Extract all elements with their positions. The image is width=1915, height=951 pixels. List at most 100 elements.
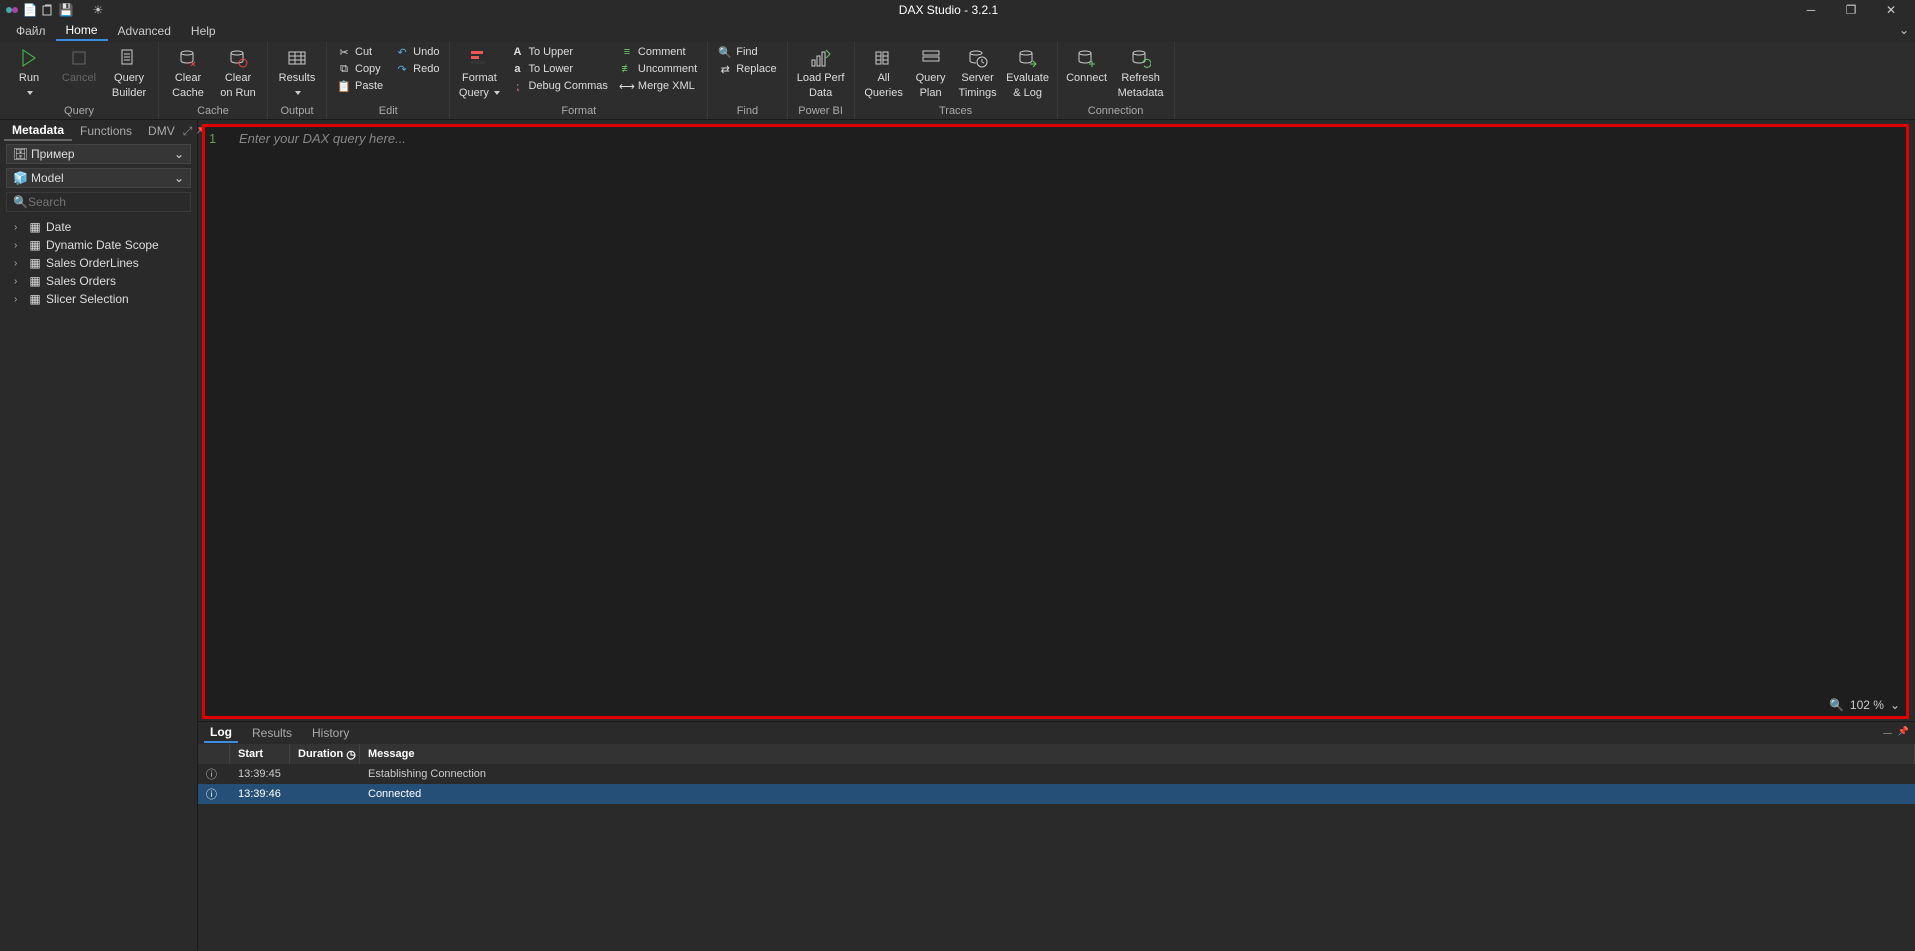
pin-panel-icon[interactable]: 📌 bbox=[1898, 726, 1909, 740]
scissors-icon: ✂ bbox=[337, 45, 351, 59]
app-icon bbox=[4, 2, 20, 18]
cut-button[interactable]: ✂Cut bbox=[333, 44, 387, 60]
zoom-value: 102 % bbox=[1850, 698, 1884, 712]
ribbon-group-format: Format Query ATo Upper aTo Lower ⁏Debug … bbox=[450, 42, 708, 119]
log-row[interactable]: ⓘ 13:39:45 Establishing Connection bbox=[198, 764, 1915, 784]
cancel-button[interactable]: Cancel bbox=[56, 44, 102, 87]
save-icon[interactable]: 💾 bbox=[58, 2, 74, 18]
tab-functions[interactable]: Functions bbox=[72, 122, 140, 140]
format-icon bbox=[467, 46, 491, 70]
menu-help[interactable]: Help bbox=[181, 22, 226, 40]
redo-button[interactable]: ↷Redo bbox=[391, 61, 443, 77]
run-button[interactable]: Run bbox=[6, 44, 52, 101]
table-icon: ▦ bbox=[28, 238, 42, 252]
comment-button[interactable]: ≡Comment bbox=[616, 44, 701, 60]
tree-table-item[interactable]: ›▦Date bbox=[0, 218, 197, 236]
query-builder-label1: Query bbox=[114, 72, 144, 85]
uppercase-icon: A bbox=[510, 45, 524, 59]
tree-table-item[interactable]: ›▦Slicer Selection bbox=[0, 290, 197, 308]
database-clock-icon bbox=[966, 46, 990, 70]
log-row[interactable]: ⓘ 13:39:46 Connected bbox=[198, 784, 1915, 804]
ribbon-group-powerbi: Load Perf Data Power BI bbox=[788, 42, 855, 119]
undo-icon: ↶ bbox=[395, 45, 409, 59]
replace-button[interactable]: ⇄Replace bbox=[714, 61, 780, 77]
uncomment-button[interactable]: ≢Uncomment bbox=[616, 61, 701, 77]
minimize-panel-icon[interactable]: ─ bbox=[1883, 726, 1892, 740]
tree-table-item[interactable]: ›▦Sales OrderLines bbox=[0, 254, 197, 272]
load-perf-data-button[interactable]: Load Perf Data bbox=[794, 44, 848, 101]
to-lower-button[interactable]: aTo Lower bbox=[506, 61, 611, 77]
search-icon: 🔍 bbox=[718, 45, 732, 59]
merge-xml-button[interactable]: ⟷Merge XML bbox=[616, 78, 701, 94]
paste-button[interactable]: 📋Paste bbox=[333, 78, 387, 94]
database-x-icon bbox=[176, 46, 200, 70]
new-file-icon[interactable]: 📄 bbox=[22, 2, 38, 18]
panel-tabs: Metadata Functions DMV ⤢ 📌 bbox=[0, 120, 197, 142]
tree-table-item[interactable]: ›▦Dynamic Date Scope bbox=[0, 236, 197, 254]
comma-icon: ⁏ bbox=[510, 79, 524, 93]
menubar: Файл Home Advanced Help ⌄ bbox=[0, 20, 1915, 42]
zoom-control[interactable]: 🔍 102 % ⌄ bbox=[1829, 698, 1900, 712]
uncomment-icon: ≢ bbox=[620, 62, 634, 76]
perf-icon bbox=[809, 46, 833, 70]
editor-wrap: 1 Enter your DAX query here... 🔍 102 % ⌄… bbox=[198, 120, 1915, 951]
line-number: 1 bbox=[209, 131, 216, 146]
clear-cache-button[interactable]: Clear Cache bbox=[165, 44, 211, 101]
menu-home[interactable]: Home bbox=[56, 21, 108, 41]
chevron-right-icon: › bbox=[14, 294, 24, 305]
lowercase-icon: a bbox=[510, 62, 524, 76]
tab-dmv[interactable]: DMV bbox=[140, 122, 183, 140]
tab-log[interactable]: Log bbox=[204, 723, 238, 743]
plan-icon bbox=[919, 46, 943, 70]
col-duration[interactable]: Duration ◷ bbox=[290, 744, 360, 764]
tab-history[interactable]: History bbox=[306, 724, 355, 742]
tab-results[interactable]: Results bbox=[246, 724, 298, 742]
open-file-icon[interactable] bbox=[40, 2, 56, 18]
col-start[interactable]: Start bbox=[230, 744, 290, 764]
connect-button[interactable]: Connect bbox=[1064, 44, 1110, 87]
database-play-icon bbox=[226, 46, 250, 70]
undo-button[interactable]: ↶Undo bbox=[391, 44, 443, 60]
metadata-search[interactable]: 🔍 bbox=[6, 192, 191, 212]
titlebar: 📄 💾 ☀ DAX Studio - 3.2.1 ─ ❐ ✕ bbox=[0, 0, 1915, 20]
query-editor[interactable]: 1 Enter your DAX query here... 🔍 102 % ⌄ bbox=[202, 124, 1909, 719]
pin-icon[interactable]: ⤢ bbox=[183, 124, 193, 139]
close-button[interactable]: ✕ bbox=[1871, 0, 1911, 20]
search-input[interactable] bbox=[28, 195, 184, 209]
menu-advanced[interactable]: Advanced bbox=[108, 22, 181, 40]
minimize-button[interactable]: ─ bbox=[1791, 0, 1831, 20]
debug-commas-button[interactable]: ⁏Debug Commas bbox=[506, 78, 611, 94]
table-tree: ›▦Date ›▦Dynamic Date Scope ›▦Sales Orde… bbox=[0, 214, 197, 312]
clear-on-run-button[interactable]: Clear on Run bbox=[215, 44, 261, 101]
model-select[interactable]: 🧊 Model ⌄ bbox=[6, 168, 191, 188]
menu-file[interactable]: Файл bbox=[6, 22, 56, 40]
maximize-button[interactable]: ❐ bbox=[1831, 0, 1871, 20]
table-icon: ▦ bbox=[28, 274, 42, 288]
copy-button[interactable]: ⧉Copy bbox=[333, 61, 387, 77]
to-upper-button[interactable]: ATo Upper bbox=[506, 44, 611, 60]
query-plan-button[interactable]: QueryPlan bbox=[911, 44, 951, 101]
ribbon-group-cache: Clear Cache Clear on Run Cache bbox=[159, 42, 268, 119]
tab-metadata[interactable]: Metadata bbox=[4, 121, 72, 141]
database-plus-icon bbox=[1075, 46, 1099, 70]
xml-icon: ⟷ bbox=[620, 79, 634, 93]
find-button[interactable]: 🔍Find bbox=[714, 44, 780, 60]
query-builder-button[interactable]: Query Builder bbox=[106, 44, 152, 101]
refresh-metadata-button[interactable]: RefreshMetadata bbox=[1114, 44, 1168, 101]
database-select[interactable]: 🗄 Пример ⌄ bbox=[6, 144, 191, 164]
search-icon: 🔍 bbox=[13, 195, 28, 209]
server-timings-button[interactable]: ServerTimings bbox=[955, 44, 1001, 101]
all-queries-button[interactable]: AllQueries bbox=[861, 44, 907, 101]
collapse-ribbon-icon[interactable]: ⌄ bbox=[1899, 23, 1909, 37]
theme-icon[interactable]: ☀ bbox=[90, 2, 106, 18]
database-icon: 🗄 bbox=[13, 147, 27, 161]
tree-table-item[interactable]: ›▦Sales Orders bbox=[0, 272, 197, 290]
col-message[interactable]: Message bbox=[360, 744, 1915, 764]
grid-icon bbox=[285, 46, 309, 70]
table-icon: ▦ bbox=[28, 292, 42, 306]
format-query-button[interactable]: Format Query bbox=[456, 44, 502, 101]
evaluate-log-button[interactable]: Evaluate& Log bbox=[1005, 44, 1051, 101]
results-button[interactable]: Results bbox=[274, 44, 320, 101]
database-select-value: Пример bbox=[31, 147, 75, 161]
window-title: DAX Studio - 3.2.1 bbox=[106, 3, 1791, 17]
